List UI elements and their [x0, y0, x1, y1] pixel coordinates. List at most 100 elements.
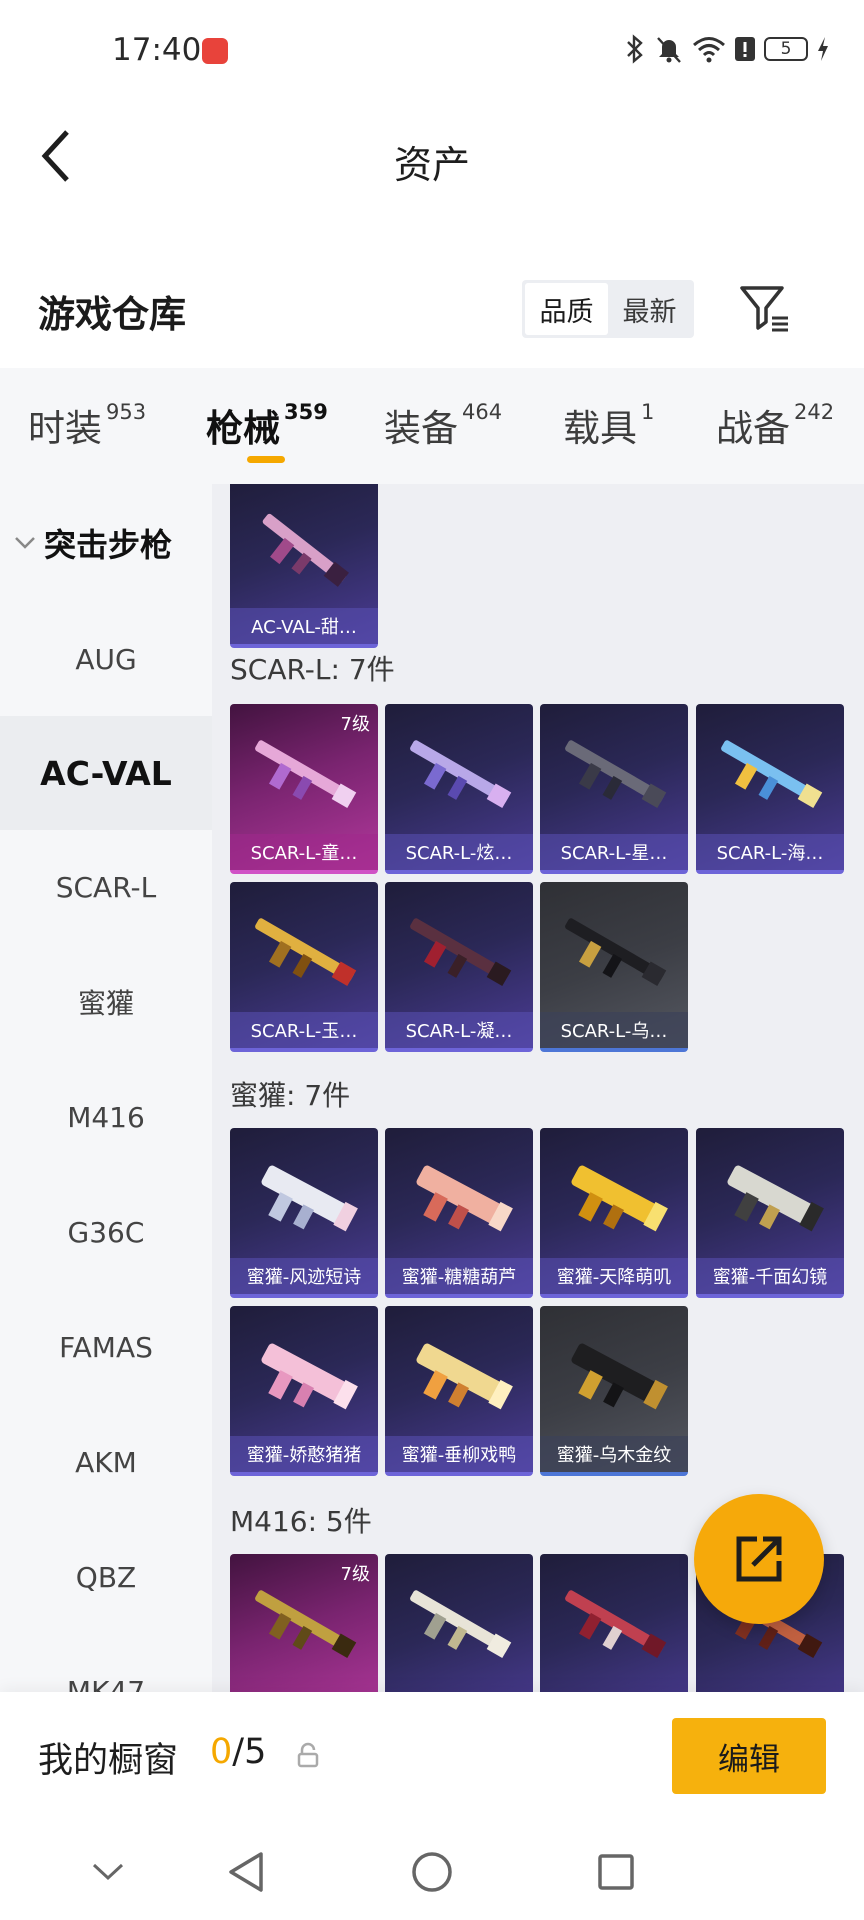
item-caption: 蜜獾-糖糖葫芦	[385, 1258, 533, 1294]
honey-badger-skin-icon	[571, 1165, 668, 1232]
tab-count: 1	[641, 400, 655, 424]
header: 资产	[0, 100, 864, 210]
share-icon	[736, 1536, 782, 1582]
honey-badger-skin-icon	[727, 1165, 824, 1232]
item-card[interactable]: SCAR-L-星…	[540, 704, 688, 874]
sidebar-category[interactable]: 突击步枪	[14, 520, 172, 566]
sidebar-item-famas[interactable]: FAMAS	[0, 1290, 212, 1404]
tab-count: 359	[284, 400, 328, 424]
section-label-scarl: SCAR-L: 7件	[230, 653, 395, 686]
item-card[interactable]	[385, 1554, 533, 1692]
nav-recents-button[interactable]	[588, 1844, 644, 1900]
nav-collapse-button[interactable]	[80, 1844, 136, 1900]
sidebar-item-aug[interactable]: AUG	[0, 602, 212, 716]
item-card[interactable]: 蜜獾-天降萌叽	[540, 1128, 688, 1298]
status-time: 17:40	[112, 32, 202, 68]
item-caption: 蜜獾-娇憨猪猪	[230, 1436, 378, 1472]
item-caption: SCAR-L-乌…	[540, 1012, 688, 1048]
tab-label: 时装	[28, 407, 102, 450]
nav-home-button[interactable]	[404, 1844, 460, 1900]
m416-skin-icon	[565, 1590, 667, 1659]
showcase-count: 0/5	[210, 1732, 266, 1772]
scar-l-skin-icon	[255, 740, 357, 809]
item-caption: AC-VAL-甜…	[230, 608, 378, 644]
tab-label: 载具	[563, 407, 637, 450]
section-label-m416: M416: 5件	[230, 1505, 372, 1538]
share-button[interactable]	[694, 1494, 824, 1624]
app-notification-icon	[202, 38, 228, 64]
item-caption: 蜜獾-天降萌叽	[540, 1258, 688, 1294]
sidebar-item-m416[interactable]: M416	[0, 1060, 212, 1174]
honey-badger-skin-icon	[416, 1343, 513, 1410]
bluetooth-icon	[627, 34, 643, 64]
item-card[interactable]: 蜜獾-娇憨猪猪	[230, 1306, 378, 1476]
section-label-mihuan: 蜜獾: 7件	[230, 1079, 351, 1112]
tab-fashion[interactable]: 时装 953	[28, 398, 146, 452]
tab-firearms[interactable]: 枪械 359	[206, 398, 328, 452]
item-card[interactable]: SCAR-L-炫…	[385, 704, 533, 874]
item-card[interactable]: 蜜獾-糖糖葫芦	[385, 1128, 533, 1298]
filter-button[interactable]	[738, 282, 790, 336]
sort-newest[interactable]: 最新	[608, 283, 691, 335]
item-caption: SCAR-L-凝…	[385, 1012, 533, 1048]
battery-icon: 5	[764, 37, 808, 61]
weapon-sidebar: 突击步枪 AUG AC-VAL SCAR-L 蜜獾 M416 G36C FAMA…	[0, 484, 212, 1692]
edit-button[interactable]: 编辑	[672, 1718, 826, 1794]
chevron-down-icon	[92, 1863, 124, 1881]
tab-label: 枪械	[206, 407, 280, 450]
lock-icon	[297, 1742, 319, 1768]
item-card[interactable]	[540, 1554, 688, 1692]
mute-icon	[657, 37, 681, 63]
sidebar-item-acval[interactable]: AC-VAL	[0, 716, 212, 830]
tab-vehicles[interactable]: 载具 1	[563, 398, 654, 452]
sidebar-item-qbz[interactable]: QBZ	[0, 1520, 212, 1634]
page-title: 资产	[393, 143, 470, 187]
system-nav-bar	[0, 1820, 864, 1920]
warehouse-title: 游戏仓库	[38, 293, 186, 336]
m416-skin-icon	[255, 1590, 357, 1659]
tab-label: 装备	[384, 407, 458, 450]
honey-badger-skin-icon	[261, 1165, 358, 1232]
status-bar: 17:40 5	[0, 0, 864, 100]
honey-badger-skin-icon	[571, 1343, 668, 1410]
item-card[interactable]: 7级	[230, 1554, 378, 1692]
status-icons: 5	[624, 34, 830, 64]
item-card[interactable]: 蜜獾-风迹短诗	[230, 1128, 378, 1298]
m416-skin-icon	[410, 1590, 512, 1659]
nav-back-button[interactable]	[218, 1844, 274, 1900]
triangle-back-icon	[229, 1852, 263, 1892]
tab-supplies[interactable]: 战备 242	[716, 398, 834, 452]
item-card[interactable]: AC-VAL-甜…	[230, 484, 378, 648]
item-card[interactable]: SCAR-L-乌…	[540, 882, 688, 1052]
filter-icon	[740, 286, 788, 332]
item-caption: SCAR-L-炫…	[385, 834, 533, 870]
item-card[interactable]: 7级 SCAR-L-童…	[230, 704, 378, 874]
item-card[interactable]: 蜜獾-千面幻镜	[696, 1128, 844, 1298]
sidebar-item-mihuan[interactable]: 蜜獾	[0, 945, 212, 1059]
showcase-total: /5	[232, 1732, 267, 1772]
item-caption: 蜜獾-千面幻镜	[696, 1258, 844, 1294]
scar-l-skin-icon	[565, 918, 667, 987]
showcase-bar: 我的橱窗 0/5 编辑	[0, 1692, 864, 1820]
item-card[interactable]: 蜜獾-乌木金纹	[540, 1306, 688, 1476]
sidebar-item-g36c[interactable]: G36C	[0, 1175, 212, 1289]
sort-quality[interactable]: 品质	[525, 283, 608, 335]
sidebar-item-scarl[interactable]: SCAR-L	[0, 830, 212, 944]
item-card[interactable]: SCAR-L-玉…	[230, 882, 378, 1052]
tab-label: 战备	[716, 407, 790, 450]
honey-badger-skin-icon	[261, 1343, 358, 1410]
item-card[interactable]: SCAR-L-凝…	[385, 882, 533, 1052]
charging-icon	[818, 37, 828, 61]
sidebar-item-mk47[interactable]: MK47	[0, 1634, 212, 1693]
sidebar-item-akm[interactable]: AKM	[0, 1405, 212, 1519]
item-card[interactable]: SCAR-L-海…	[696, 704, 844, 874]
tab-equipment[interactable]: 装备 464	[384, 398, 502, 452]
wifi-icon	[693, 37, 725, 63]
alert-icon	[735, 37, 755, 61]
tab-count: 953	[106, 400, 147, 424]
item-caption: SCAR-L-海…	[696, 834, 844, 870]
showcase-used: 0	[210, 1732, 233, 1772]
active-tab-indicator	[247, 456, 285, 463]
square-recents-icon	[598, 1854, 634, 1890]
item-card[interactable]: 蜜獾-垂柳戏鸭	[385, 1306, 533, 1476]
